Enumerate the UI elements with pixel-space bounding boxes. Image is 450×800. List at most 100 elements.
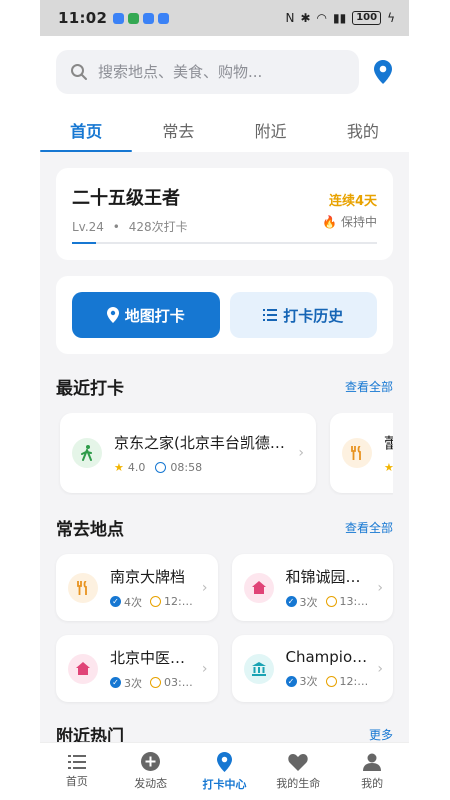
plus-circle-icon bbox=[141, 752, 161, 771]
meta-separator: • bbox=[112, 220, 120, 234]
flame-icon: 🔥 bbox=[322, 215, 338, 229]
tab-nearby[interactable]: 附近 bbox=[225, 108, 317, 152]
last-visit-time: 03:… bbox=[164, 676, 193, 689]
chevron-right-icon: › bbox=[201, 579, 208, 596]
star-icon: ★ bbox=[114, 461, 124, 474]
place-name: 南京大牌档 bbox=[110, 567, 186, 586]
location-button[interactable] bbox=[373, 60, 393, 84]
charging-icon: ϟ bbox=[387, 11, 395, 25]
level-progress-fill bbox=[72, 242, 97, 244]
last-visit-time: 12:… bbox=[164, 595, 193, 608]
chevron-right-icon: › bbox=[377, 579, 383, 596]
person-icon bbox=[363, 753, 382, 771]
bank-icon bbox=[243, 653, 274, 684]
visit-count: 3次 bbox=[299, 595, 318, 609]
visit-count: 3次 bbox=[299, 675, 318, 688]
check-icon: ✓ bbox=[110, 596, 121, 607]
walk-icon bbox=[72, 438, 102, 468]
nav-my-life[interactable]: 我的生命 bbox=[261, 743, 335, 800]
place-name: Champio… bbox=[285, 648, 368, 666]
nav-label: 我的 bbox=[361, 776, 384, 790]
recent-section-header: 最近打卡 查看全部 bbox=[56, 374, 393, 399]
nav-label: 我的生命 bbox=[276, 776, 321, 790]
system-icons: N ✱ ◠ ▮▮ 100 ϟ bbox=[285, 11, 395, 25]
tab-frequent[interactable]: 常去 bbox=[132, 108, 224, 152]
clock-icon bbox=[150, 596, 161, 607]
bottom-navigation: 首页 发动态 打卡中心 我的生命 我的 bbox=[40, 742, 409, 800]
nav-home[interactable]: 首页 bbox=[40, 743, 114, 800]
streak-status: 保持中 bbox=[340, 215, 377, 229]
level-card[interactable]: 二十五级王者 Lv.24 • 428次打卡 连续4天 🔥 保持中 bbox=[56, 168, 393, 260]
checkin-history-button[interactable]: 打卡历史 bbox=[229, 292, 377, 338]
frequent-place-card[interactable]: Champio… ✓ 3次 12:… › bbox=[231, 635, 393, 702]
checkin-history-label: 打卡历史 bbox=[283, 306, 344, 325]
app-notification-icon bbox=[158, 12, 170, 24]
last-visit-time: 13:… bbox=[339, 595, 369, 608]
clock-icon bbox=[150, 677, 161, 688]
nav-post[interactable]: 发动态 bbox=[114, 743, 188, 800]
fork-knife-icon bbox=[68, 572, 98, 603]
recent-checkins-list[interactable]: 京东之家(北京丰台凯德… ★ 4.0 08:58 › 蕾 ★ bbox=[56, 413, 393, 495]
level-progress-bar bbox=[72, 242, 377, 244]
map-checkin-label: 地图打卡 bbox=[124, 306, 185, 325]
map-checkin-button[interactable]: 地图打卡 bbox=[72, 292, 220, 338]
section-title: 常去地点 bbox=[56, 520, 124, 540]
search-bar[interactable] bbox=[56, 50, 359, 94]
level-label: Lv.24 bbox=[72, 220, 104, 234]
action-card: 地图打卡 打卡历史 bbox=[56, 276, 393, 354]
view-all-link[interactable]: 查看全部 bbox=[345, 519, 393, 536]
home-icon bbox=[243, 572, 274, 603]
clock-icon bbox=[155, 462, 167, 473]
checkin-count: 428次打卡 bbox=[128, 220, 188, 234]
rating: 4.0 bbox=[127, 461, 146, 474]
app-notification-icon bbox=[113, 12, 125, 24]
clock-icon bbox=[325, 675, 337, 687]
check-icon: ✓ bbox=[285, 675, 297, 687]
tab-home[interactable]: 首页 bbox=[40, 108, 133, 152]
search-icon bbox=[71, 64, 87, 80]
location-pin-icon bbox=[216, 751, 232, 772]
nfc-icon: N bbox=[285, 11, 295, 25]
heart-icon bbox=[288, 753, 308, 771]
bluetooth-icon: ✱ bbox=[300, 11, 311, 25]
notification-icons bbox=[113, 12, 170, 24]
chevron-right-icon: › bbox=[377, 660, 383, 677]
streak-badge: 连续4天 🔥 保持中 bbox=[322, 190, 377, 230]
app-notification-icon bbox=[128, 12, 140, 24]
recent-checkin-card[interactable]: 蕾 ★ bbox=[330, 413, 393, 493]
frequent-place-card[interactable]: 南京大牌档 ✓ 4次 12:… › bbox=[56, 554, 218, 621]
status-time: 11:02 bbox=[58, 9, 108, 27]
checkin-time: 08:58 bbox=[170, 461, 203, 474]
frequent-place-card[interactable]: 和锦诚园… ✓ 3次 13:… › bbox=[231, 554, 393, 621]
list-icon bbox=[263, 309, 278, 321]
home-icon bbox=[68, 653, 98, 684]
nav-profile[interactable]: 我的 bbox=[335, 743, 409, 800]
location-pin-icon bbox=[374, 60, 392, 84]
app-screen: 11:02 N ✱ ◠ ▮▮ 100 ϟ 搜索地点、美食、购物... 首页 常去… bbox=[40, 0, 409, 800]
streak-days: 连续4天 bbox=[328, 194, 377, 209]
location-pin-icon bbox=[106, 307, 119, 323]
nav-label: 首页 bbox=[65, 774, 88, 788]
view-all-link[interactable]: 查看全部 bbox=[345, 378, 393, 395]
more-link[interactable]: 更多 bbox=[369, 726, 393, 743]
place-name: 蕾 bbox=[384, 432, 393, 453]
signal-icon: ▮▮ bbox=[332, 11, 347, 25]
top-tabs: 首页 常去 附近 我的 bbox=[40, 102, 409, 152]
section-title: 最近打卡 bbox=[56, 379, 124, 399]
recent-checkin-card[interactable]: 京东之家(北京丰台凯德… ★ 4.0 08:58 › bbox=[60, 413, 316, 493]
nav-label: 打卡中心 bbox=[202, 777, 247, 791]
status-bar: 11:02 N ✱ ◠ ▮▮ 100 ϟ bbox=[40, 0, 409, 36]
tab-mine[interactable]: 我的 bbox=[317, 108, 409, 152]
nav-label: 发动态 bbox=[134, 777, 168, 790]
app-notification-icon bbox=[143, 12, 155, 24]
list-icon bbox=[67, 754, 86, 769]
last-visit-time: 12:… bbox=[339, 674, 369, 688]
check-icon: ✓ bbox=[285, 596, 297, 607]
nav-checkin-center[interactable]: 打卡中心 bbox=[188, 743, 262, 800]
frequent-place-card[interactable]: 北京中医… ✓ 3次 03:… › bbox=[56, 635, 218, 702]
star-icon: ★ bbox=[384, 461, 393, 474]
search-input[interactable] bbox=[98, 63, 318, 81]
battery-icon: 100 bbox=[352, 11, 382, 25]
visit-count: 3次 bbox=[124, 676, 142, 690]
wifi-icon: ◠ bbox=[316, 11, 327, 25]
